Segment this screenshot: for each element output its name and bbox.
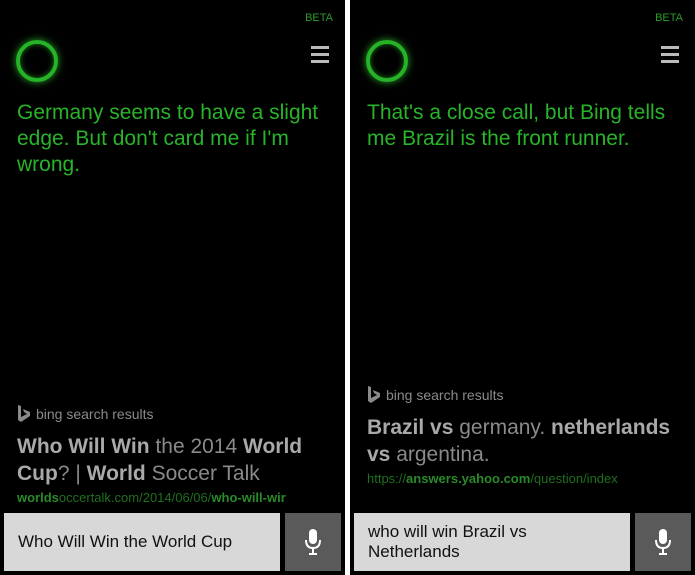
cortana-response: That's a close call, but Bing tells me B… <box>367 101 666 150</box>
bold-text-segment: Brazil vs <box>367 416 454 439</box>
cortana-ring-icon <box>16 40 58 82</box>
bold-text-segment: who-will-wir <box>211 490 286 505</box>
text-segment: Soccer Talk <box>145 462 260 485</box>
search-result-url[interactable]: worldsoccertalk.com/2014/06/06/who-will-… <box>17 490 345 505</box>
query-text-box[interactable]: Who Will Win the World Cup <box>4 513 280 571</box>
bing-results-header: bing search results <box>17 405 154 423</box>
cortana-response: Germany seems to have a slight edge. But… <box>17 101 319 176</box>
beta-label: BETA <box>655 12 683 24</box>
bold-text-segment: World <box>243 435 303 458</box>
cortana-ring-icon <box>366 40 408 82</box>
text-segment: ? | <box>57 462 87 485</box>
bold-text-segment: Cup <box>17 462 58 485</box>
bold-text-segment: worlds <box>17 490 59 505</box>
query-text: who will win Brazil vs Netherlands <box>368 522 527 561</box>
hamburger-menu-icon[interactable] <box>311 46 329 64</box>
right-cortana-screen: BETA That's a close call, but Bing tells… <box>350 0 695 575</box>
beta-label: BETA <box>305 12 333 24</box>
microphone-icon <box>305 529 321 555</box>
microphone-button[interactable] <box>285 513 341 571</box>
bing-logo-icon <box>368 386 380 403</box>
search-result-title[interactable]: Brazil vs germany. netherlands vs argent… <box>367 414 687 468</box>
hamburger-menu-icon[interactable] <box>661 46 679 64</box>
microphone-button[interactable] <box>635 513 691 571</box>
text-segment: argentina. <box>390 443 490 466</box>
query-text-box[interactable]: who will win Brazil vs Netherlands <box>354 513 630 571</box>
search-result-title[interactable]: Who Will Win the 2014 World Cup? | World… <box>17 433 337 487</box>
bing-results-header: bing search results <box>367 386 504 404</box>
text-segment: occertalk.com/2014/06/06/ <box>58 490 212 505</box>
bing-results-label: bing search results <box>386 387 504 403</box>
text-segment: germany. <box>453 416 552 439</box>
left-cortana-screen: BETA Germany seems to have a slight edge… <box>0 0 345 575</box>
text-segment: /question/index <box>530 471 618 486</box>
bold-text-segment: answers.yahoo.com <box>406 471 531 486</box>
bold-text-segment: Who Will Win <box>17 435 150 458</box>
bing-results-label: bing search results <box>36 406 154 422</box>
query-text: Who Will Win the World Cup <box>18 532 233 551</box>
bing-logo-icon <box>18 405 30 422</box>
text-segment: https:// <box>367 471 407 486</box>
microphone-icon <box>655 529 671 555</box>
text-segment: the 2014 <box>149 435 244 458</box>
search-result-url[interactable]: https://answers.yahoo.com/question/index <box>367 471 695 486</box>
bold-text-segment: World <box>86 462 146 485</box>
